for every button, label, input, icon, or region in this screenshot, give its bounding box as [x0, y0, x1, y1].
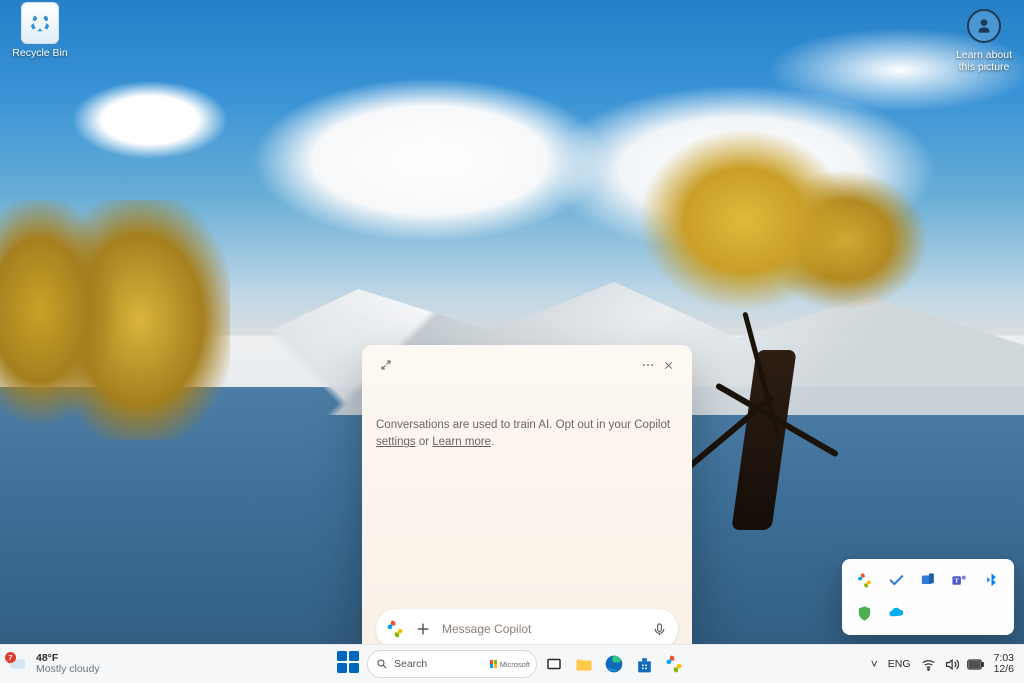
copilot-window: Conversations are used to train AI. Opt … — [362, 345, 692, 661]
microsoft-store-icon[interactable] — [631, 651, 657, 677]
date: 12/6 — [994, 664, 1014, 675]
copilot-learn-link[interactable]: Learn more — [432, 436, 491, 448]
search-brand: Microsoft — [490, 660, 530, 669]
copilot-notice: Conversations are used to train AI. Opt … — [376, 417, 678, 452]
wallpaper-trees-left — [0, 200, 230, 440]
recycle-bin[interactable]: Recycle Bin — [4, 2, 76, 59]
recycle-bin-icon — [21, 2, 59, 44]
battery-icon — [967, 658, 984, 671]
windows-spotlight[interactable]: Learn about this picture — [948, 6, 1020, 73]
copilot-notice-suffix: . — [491, 436, 494, 448]
weather-widget[interactable]: 7 48°F Mostly cloudy — [8, 653, 100, 675]
language-indicator[interactable]: ENG — [888, 658, 911, 670]
copilot-icon[interactable] — [850, 565, 880, 596]
checkmark-icon[interactable] — [882, 565, 912, 596]
taskbar: 7 48°F Mostly cloudy Search Microsoft ˅ … — [0, 644, 1024, 683]
tray-chevron-icon[interactable]: ˅ — [871, 657, 878, 671]
weather-badge: 7 — [5, 652, 16, 663]
copilot-notice-mid: or — [416, 436, 433, 448]
copilot-input-bar — [376, 609, 678, 649]
security-icon[interactable] — [850, 598, 880, 629]
system-status[interactable] — [921, 657, 984, 672]
recycle-bin-label: Recycle Bin — [4, 47, 76, 59]
plus-icon[interactable] — [412, 618, 434, 640]
close-icon[interactable] — [658, 355, 678, 375]
file-explorer-icon[interactable] — [571, 651, 597, 677]
copilot-taskbar-icon[interactable] — [661, 651, 687, 677]
taskbar-center: Search Microsoft — [337, 650, 687, 678]
search-label: Search — [394, 658, 427, 670]
copilot-logo[interactable] — [384, 618, 406, 640]
search-icon — [376, 658, 388, 670]
copilot-input[interactable] — [440, 621, 642, 637]
onedrive-icon[interactable] — [882, 598, 912, 629]
start-button[interactable] — [337, 651, 363, 677]
more-icon[interactable] — [638, 355, 658, 375]
teams-icon[interactable]: T — [945, 565, 975, 596]
weather-icon: 7 — [8, 653, 30, 675]
search-box[interactable]: Search Microsoft — [367, 650, 537, 678]
copilot-titlebar — [376, 355, 678, 375]
tray-overflow-flyout: T — [842, 559, 1014, 635]
microphone-icon[interactable] — [648, 618, 670, 640]
clock[interactable]: 7:03 12/6 — [994, 653, 1016, 675]
copilot-settings-link[interactable]: settings — [376, 436, 416, 448]
bluetooth-icon[interactable] — [976, 565, 1006, 596]
your-phone-icon[interactable] — [913, 565, 943, 596]
copilot-notice-text: Conversations are used to train AI. Opt … — [376, 419, 670, 431]
volume-icon — [944, 657, 959, 672]
task-view-icon[interactable] — [541, 651, 567, 677]
expand-icon[interactable] — [376, 355, 396, 375]
edge-icon[interactable] — [601, 651, 627, 677]
taskbar-right: ˅ ENG 7:03 12/6 — [871, 653, 1016, 675]
spotlight-icon — [966, 6, 1002, 46]
wifi-icon — [921, 657, 936, 672]
weather-condition: Mostly cloudy — [36, 664, 100, 675]
spotlight-label: Learn about this picture — [948, 49, 1020, 73]
